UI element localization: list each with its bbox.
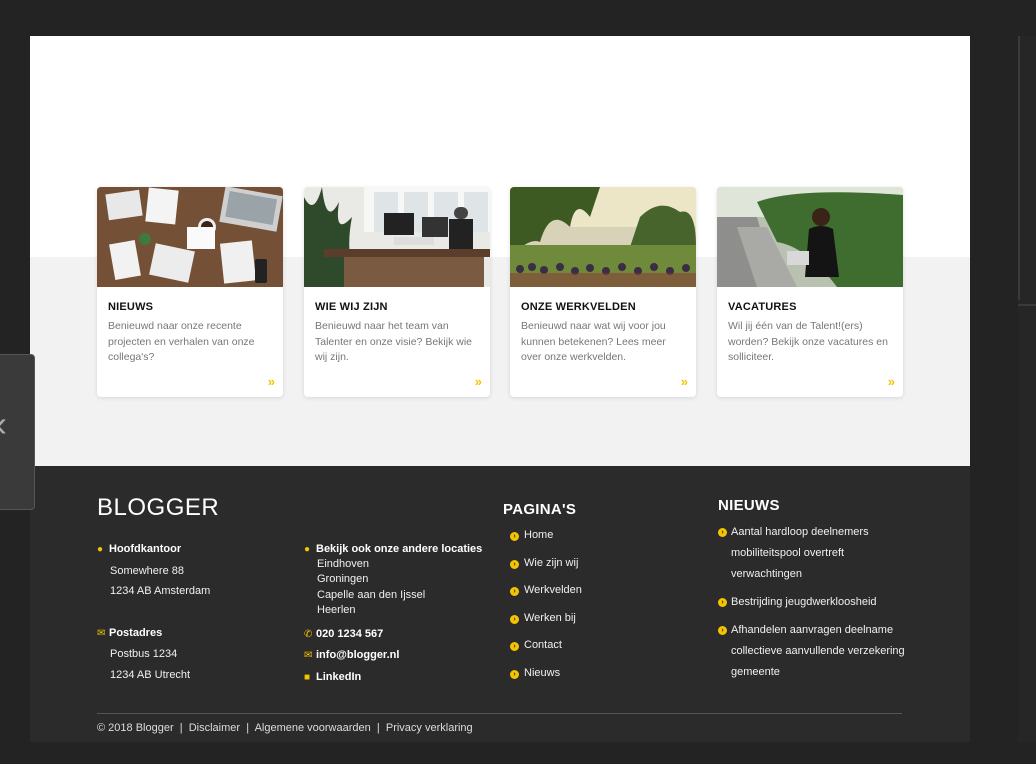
double-chevron-right-icon[interactable]: » <box>268 374 275 389</box>
news-item[interactable]: › Afhandelen aanvragen deelname collectie… <box>718 620 908 683</box>
scrollbar-divider <box>1018 304 1036 306</box>
footer-logo[interactable]: BLOGGER <box>97 494 219 522</box>
card-text: Wil jij één van de Talent!(ers) worden? … <box>728 320 888 363</box>
card-image-woman-laptop <box>717 187 903 287</box>
card-image-desk <box>97 187 283 287</box>
phone-icon: ✆ <box>304 628 313 640</box>
footer-locations-column: ● Bekijk ook onze andere locaties Eindhov… <box>304 539 482 688</box>
footer-bottom-bar: © 2018 Blogger | Disclaimer | Algemene v… <box>97 722 473 734</box>
card-image-office <box>304 187 490 287</box>
page-frame: NIEUWS Benieuwd naar onze recente projec… <box>30 36 970 742</box>
card-title: ONZE WERKVELDEN <box>521 301 636 313</box>
copyright: © 2018 Blogger <box>97 722 174 734</box>
footer-nav-wie-zijn-wij[interactable]: › Wie zijn wij <box>510 550 582 578</box>
linkedin-icon: ■ <box>304 671 311 683</box>
linkedin-link[interactable]: LinkedIn <box>316 671 361 683</box>
card-nieuws[interactable]: NIEUWS Benieuwd naar onze recente projec… <box>97 187 283 397</box>
location-item[interactable]: Heerlen <box>317 603 482 619</box>
footer-divider <box>97 713 902 714</box>
card-vacatures[interactable]: VACATURES Wil jij één van de Talent!(ers… <box>717 187 903 397</box>
pages-title: PAGINA'S <box>503 501 577 518</box>
envelope-icon: ✉ <box>97 627 106 639</box>
card-text: Benieuwd naar onze recente projecten en … <box>108 320 255 363</box>
chevron-circle-right-icon: › <box>510 614 519 624</box>
envelope-icon: ✉ <box>304 650 313 661</box>
separator: | <box>376 722 380 734</box>
postal-label: Postadres <box>109 626 163 639</box>
footer-nav-home[interactable]: › Home <box>510 522 582 550</box>
scrollbar[interactable] <box>1018 36 1036 742</box>
chevron-circle-right-icon: › <box>510 642 519 651</box>
locations-label[interactable]: Bekijk ook onze andere locaties <box>316 543 482 555</box>
disclaimer-link[interactable]: Disclaimer <box>189 722 240 734</box>
hq-line2: 1234 AB Amsterdam <box>110 585 211 597</box>
postal-line2: 1234 AB Utrecht <box>110 668 191 681</box>
card-wie-wij-zijn[interactable]: WIE WIJ ZIJN Benieuwd naar het team van … <box>304 187 490 397</box>
chevron-circle-right-icon: › <box>718 528 727 537</box>
location-item[interactable]: Groningen <box>317 572 482 588</box>
chevron-circle-right-icon: › <box>510 587 519 596</box>
terms-link[interactable]: Algemene voorwaarden <box>255 722 371 734</box>
double-chevron-right-icon[interactable]: » <box>475 374 482 389</box>
separator: | <box>246 722 250 734</box>
hq-label: Hoofdkantoor <box>109 543 182 555</box>
footer-news-column: NIEUWS › Aantal hardloop deelnemers mobil… <box>718 497 908 690</box>
footer-nav-werken-bij[interactable]: › Werken bij <box>510 605 582 633</box>
card-text: Benieuwd naar wat wij voor jou kunnen be… <box>521 320 666 363</box>
card-title: WIE WIJ ZIJN <box>315 301 388 313</box>
footer-pages-column: PAGINA'S › Home › Wie zijn wij › Werkvelden… <box>503 501 582 687</box>
postal-line1: Postbus 1234 <box>110 648 178 660</box>
chevron-left-icon: ‹ <box>0 403 7 445</box>
privacy-link[interactable]: Privacy verklaring <box>386 722 473 734</box>
card-title: VACATURES <box>728 301 797 313</box>
news-item[interactable]: › Aantal hardloop deelnemers mobiliteitsp… <box>718 522 908 585</box>
news-item[interactable]: › Bestrijding jeugdwerkloosheid <box>718 592 908 613</box>
news-title: NIEUWS <box>718 497 780 514</box>
chevron-circle-right-icon: › <box>510 669 519 679</box>
footer-address-column: ● Hoofdkantoor Somewhere 88 1234 AB Amste… <box>97 539 210 685</box>
card-text: Benieuwd naar het team van Talenter en o… <box>315 320 472 363</box>
chevron-circle-right-icon: › <box>718 598 727 607</box>
card-image-park <box>510 187 696 287</box>
hq-line1: Somewhere 88 <box>110 564 184 577</box>
phone-number[interactable]: 020 1234 567 <box>316 628 383 640</box>
scrollbar-track <box>1018 36 1020 300</box>
double-chevron-right-icon[interactable]: » <box>888 374 895 389</box>
chevron-circle-right-icon: › <box>510 532 519 541</box>
chevron-circle-right-icon: › <box>718 626 727 635</box>
footer: BLOGGER ● Hoofdkantoor Somewhere 88 1234 … <box>30 466 970 742</box>
email-link[interactable]: info@blogger.nl <box>316 649 399 661</box>
double-chevron-right-icon[interactable]: » <box>681 374 688 389</box>
footer-nav-nieuws[interactable]: › Nieuws <box>510 660 582 688</box>
footer-nav-werkvelden[interactable]: › Werkvelden <box>510 577 582 605</box>
location-item[interactable]: Capelle aan den Ijssel <box>317 588 482 604</box>
separator: | <box>179 722 183 734</box>
chevron-circle-right-icon: › <box>510 559 519 569</box>
card-title: NIEUWS <box>108 301 154 313</box>
map-pin-icon: ● <box>97 544 104 555</box>
carousel-prev-button[interactable]: ‹ <box>0 354 35 510</box>
map-pin-icon: ● <box>304 544 311 555</box>
footer-nav-contact[interactable]: › Contact <box>510 632 582 660</box>
card-onze-werkvelden[interactable]: ONZE WERKVELDEN Benieuwd naar wat wij vo… <box>510 187 696 397</box>
